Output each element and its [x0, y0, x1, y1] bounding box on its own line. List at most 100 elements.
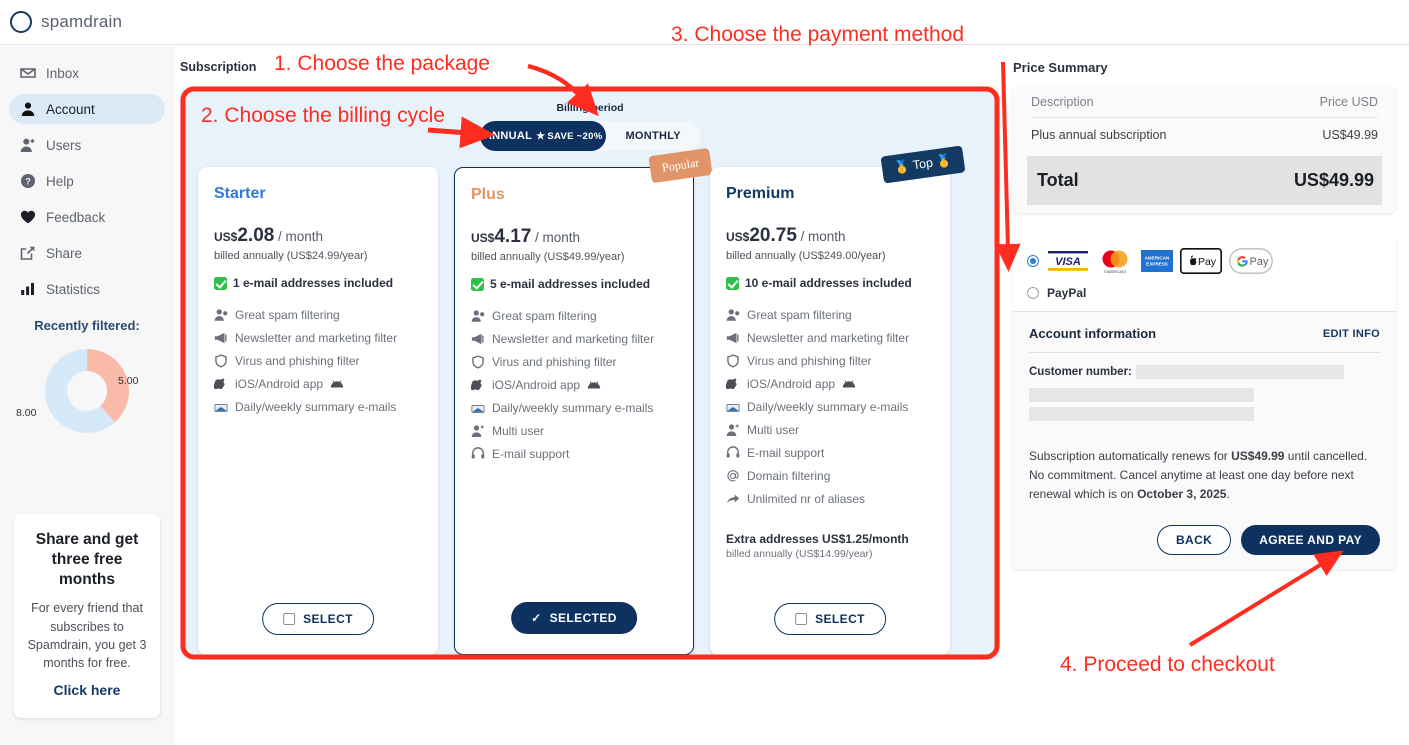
radio-paypal[interactable] [1027, 287, 1039, 299]
android-icon [587, 380, 601, 390]
sidebar-item-statistics[interactable]: Statistics [9, 274, 165, 304]
price-summary-line-item: Plus annual subscription US$49.99 [1013, 118, 1396, 152]
megaphone-icon [214, 331, 228, 345]
recently-filtered-label: Recently filtered: [34, 318, 140, 333]
plan-select-button-premium[interactable]: SELECT [774, 603, 886, 635]
mail-summary-icon [471, 401, 485, 415]
plans-panel: Billing period ANNUAL ★ SAVE ~20% MONTHL… [180, 86, 1000, 660]
page-title: Subscription [180, 60, 257, 74]
megaphone-icon [726, 331, 740, 345]
sidebar-item-users[interactable]: Users [9, 130, 165, 160]
check-icon [726, 276, 739, 290]
svg-text:EXPRESS: EXPRESS [1146, 262, 1168, 267]
edit-info-link[interactable]: EDIT INFO [1323, 328, 1380, 340]
feature-row: Domain filtering [726, 469, 934, 483]
feature-label: Daily/weekly summary e-mails [235, 400, 397, 414]
sidebar-item-label: Share [46, 245, 83, 261]
plan-card-plus[interactable]: Popular Plus US$4.17 / month billed annu… [454, 147, 713, 655]
agree-and-pay-button[interactable]: AGREE AND PAY [1241, 524, 1380, 555]
sidebar-item-share[interactable]: Share [9, 238, 165, 268]
toggle-annual-label: ANNUAL [483, 130, 533, 142]
check-icon [214, 276, 227, 290]
plan-select-button-starter[interactable]: SELECT [262, 603, 374, 635]
account-information-section: Account information EDIT INFO Customer n… [1013, 311, 1396, 569]
popular-badge: Popular [648, 147, 713, 184]
renew-date: October 3, 2025 [1137, 487, 1227, 502]
shield-icon [726, 354, 740, 368]
user-icon [19, 101, 36, 118]
feature-row: Daily/weekly summary e-mails [726, 400, 934, 414]
feature-label: Newsletter and marketing filter [235, 331, 398, 345]
feature-row: Multi user [471, 424, 677, 438]
sidebar-item-account[interactable]: Account [9, 94, 165, 124]
plan-select-label: SELECT [303, 612, 353, 626]
annotation-step-3: 3. Choose the payment method [671, 23, 965, 46]
feature-label: Newsletter and marketing filter [492, 332, 655, 346]
checkbox-icon [795, 613, 808, 625]
svg-text:mastercard: mastercard [1104, 269, 1126, 274]
col-price: Price USD [1319, 95, 1378, 109]
plan-name: Plus [471, 186, 505, 203]
toggle-annual[interactable]: ANNUAL ★ SAVE ~20% [480, 121, 607, 151]
american-express-icon: AMERICANEXPRESS [1141, 250, 1173, 272]
check-mark-icon: ✓ [531, 611, 542, 625]
medal-icon: 🥇 [935, 153, 953, 170]
price-period: / month [534, 230, 580, 245]
feature-label: Domain filtering [747, 469, 831, 483]
sidebar-item-label: Account [46, 101, 95, 117]
line-item-description: Plus annual subscription [1031, 128, 1167, 142]
heart-icon [19, 209, 36, 226]
feature-row: Unlimited nr of aliases [726, 492, 934, 506]
sidebar-nav: Inbox Account Users ? Help Feedback Shar… [0, 46, 174, 304]
sidebar-item-label: Inbox [46, 65, 80, 81]
plan-card-premium[interactable]: 🥇 Top 🥇 Premium US$20.75 / month billed … [710, 145, 966, 655]
back-button[interactable]: BACK [1156, 524, 1232, 555]
feature-row: Newsletter and marketing filter [214, 331, 422, 345]
toggle-monthly-label: MONTHLY [625, 130, 681, 142]
megaphone-icon [471, 332, 485, 346]
feature-row: Virus and phishing filter [214, 354, 422, 368]
sidebar-item-label: Users [46, 137, 82, 153]
mail-summary-icon [214, 400, 228, 414]
feature-label: Daily/weekly summary e-mails [747, 400, 909, 414]
promo-click-here-link[interactable]: Click here [54, 682, 121, 698]
sidebar-item-inbox[interactable]: Inbox [9, 58, 165, 88]
plan-price: US$4.17 / month [471, 226, 677, 248]
feature-label: iOS/Android app [492, 378, 581, 392]
plan-included-row: 1 e-mail addresses included [214, 276, 422, 290]
feature-row: Multi user [726, 423, 934, 437]
renew-amount: US$49.99 [1231, 449, 1285, 463]
annotation-step-4: 4. Proceed to checkout [1060, 653, 1275, 676]
sidebar-item-label: Help [46, 173, 74, 189]
price-period: / month [800, 229, 846, 244]
plan-select-button-plus[interactable]: ✓ SELECTED [511, 602, 637, 634]
top-badge-label: Top [911, 155, 934, 173]
total-label: Total [1037, 170, 1079, 190]
sidebar: Inbox Account Users ? Help Feedback Shar… [0, 46, 174, 745]
divider [1029, 352, 1380, 353]
account-information-title: Account information [1029, 326, 1157, 341]
headset-icon [726, 446, 740, 460]
price-prefix: US$ [726, 230, 750, 244]
renewal-notice: Subscription automatically renews for US… [1029, 447, 1380, 505]
feature-label: Unlimited nr of aliases [747, 492, 866, 506]
price-amount: 2.08 [237, 225, 275, 246]
payment-option-cards[interactable]: VISA mastercard AMERICAN EXPRESS Pay Pay [1027, 248, 1382, 274]
price-summary-header: Description Price USD [1013, 85, 1396, 117]
plan-card-starter[interactable]: Starter US$2.08 / month billed annually … [198, 167, 438, 655]
user-cog-icon [726, 308, 740, 322]
toggle-monthly[interactable]: MONTHLY [606, 121, 700, 151]
payment-option-paypal[interactable]: PayPal [1027, 274, 1382, 311]
share-icon [19, 245, 36, 262]
question-circle-icon: ? [19, 173, 36, 190]
sidebar-item-feedback[interactable]: Feedback [9, 202, 165, 232]
sidebar-item-help[interactable]: ? Help [9, 166, 165, 196]
shield-icon [471, 355, 485, 369]
plan-name: Starter [214, 185, 266, 202]
price-prefix: US$ [471, 231, 495, 245]
billing-cycle-toggle[interactable]: ANNUAL ★ SAVE ~20% MONTHLY [480, 121, 700, 151]
donut-label-allowed: 8.00 [16, 407, 37, 419]
paypal-label: PayPal [1047, 286, 1087, 300]
feature-label: Virus and phishing filter [747, 354, 872, 368]
radio-cards[interactable] [1027, 255, 1039, 267]
